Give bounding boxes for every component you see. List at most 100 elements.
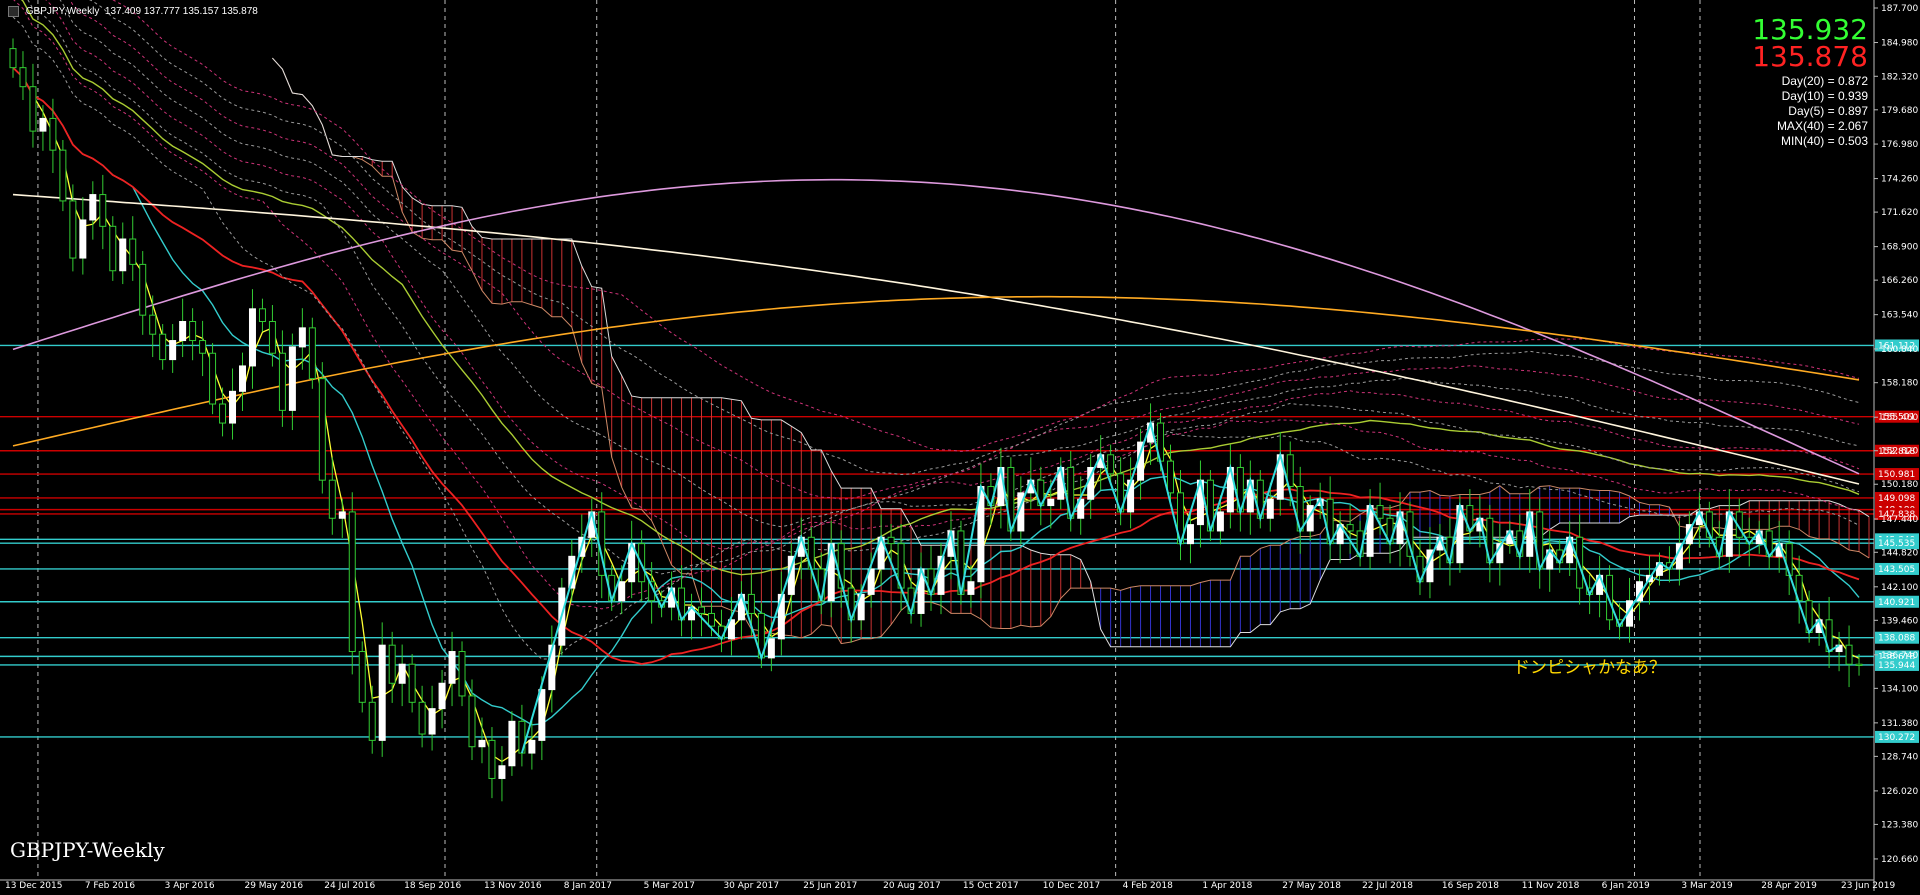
x-tick-label: 1 Apr 2018	[1202, 881, 1252, 891]
candle-body	[438, 682, 446, 710]
ma-ribbon	[13, 0, 1860, 610]
x-tick-label: 13 Dec 2015	[5, 881, 63, 891]
y-tick-label: 168.900	[1881, 243, 1918, 253]
candle-body	[538, 689, 546, 741]
x-tick-label: 20 Aug 2017	[883, 881, 941, 891]
candle-body	[179, 321, 187, 342]
x-tick-label: 4 Feb 2018	[1123, 881, 1174, 891]
candle-body	[229, 390, 237, 424]
y-tick-label: 163.540	[1881, 311, 1918, 321]
chart-window-icon	[8, 6, 19, 17]
chart-info-bar: GBPJPY,Weekly 137.409 137.777 135.157 13…	[8, 6, 258, 17]
stat-max40: MAX(40) = 2.067	[1776, 119, 1868, 133]
x-tick-label: 24 Jul 2016	[324, 881, 375, 891]
candle-body	[1346, 524, 1354, 532]
x-tick-label: 5 Mar 2017	[644, 881, 695, 891]
candle-body	[189, 321, 197, 342]
candle-body	[498, 765, 506, 779]
level-price-label: 140.921	[1878, 598, 1915, 608]
x-tick-label: 3 Apr 2016	[165, 881, 215, 891]
candle-body	[258, 308, 266, 323]
candle-body	[139, 263, 147, 316]
level-price-label: 149.098	[1878, 494, 1915, 504]
y-tick-label: 150.180	[1881, 480, 1918, 490]
candle-body	[268, 321, 276, 354]
candle-body	[19, 67, 27, 88]
candle-body	[338, 511, 346, 519]
y-tick-label: 158.180	[1881, 379, 1918, 389]
y-tick-label: 144.820	[1881, 548, 1918, 558]
candle-body	[69, 200, 77, 259]
candle-body	[358, 651, 366, 703]
candle-body	[1845, 644, 1853, 665]
stat-day10: Day(10) = 0.939	[1781, 89, 1868, 103]
x-tick-label: 16 Sep 2018	[1442, 881, 1499, 891]
ma-ribbon	[45, 0, 1860, 550]
stat-day20: Day(20) = 0.872	[1781, 74, 1868, 88]
chart-canvas[interactable]: 161.112155.501152.818150.981149.098148.1…	[0, 0, 1920, 891]
candle-body	[1186, 524, 1194, 545]
y-tick-label: 126.020	[1881, 787, 1918, 797]
x-tick-label: 28 Apr 2019	[1761, 881, 1817, 891]
ohlc-values: 137.409 137.777 135.157 135.878	[104, 6, 258, 18]
y-tick-label: 134.100	[1881, 684, 1918, 694]
x-tick-label: 15 Oct 2017	[963, 881, 1019, 891]
ask-price: 135.878	[1752, 40, 1868, 73]
candle-body	[169, 340, 177, 361]
candle-body	[698, 606, 706, 614]
candle-body	[418, 701, 426, 735]
y-tick-label: 142.100	[1881, 583, 1918, 593]
candle-body	[767, 638, 775, 659]
candle-body	[298, 327, 306, 348]
y-tick-label: 123.380	[1881, 820, 1918, 830]
ma-long-pink	[12, 178, 1860, 475]
candle-body	[79, 219, 87, 259]
x-tick-label: 29 May 2016	[244, 881, 303, 891]
candle-body	[109, 225, 117, 272]
candle-body	[278, 352, 286, 411]
chart-watermark: GBPJPY-Weekly	[10, 838, 165, 862]
ma-ribbon	[59, 0, 1860, 528]
candle-body	[199, 340, 207, 354]
y-tick-label: 176.980	[1881, 140, 1918, 150]
x-tick-label: 8 Jan 2017	[564, 881, 612, 891]
y-tick-label: 179.680	[1881, 106, 1918, 116]
candle-body	[478, 739, 486, 748]
candle-body	[239, 365, 246, 392]
x-tick-label: 27 May 2018	[1282, 881, 1341, 891]
candle-body	[1855, 663, 1863, 666]
x-tick-label: 18 Sep 2016	[404, 881, 461, 891]
candle-body	[707, 612, 715, 627]
candle-body	[89, 194, 97, 221]
level-price-label: 143.505	[1878, 565, 1915, 575]
y-tick-label: 147.440	[1881, 515, 1918, 525]
candle-body	[159, 333, 167, 361]
x-tick-label: 13 Nov 2016	[484, 881, 542, 891]
x-tick-label: 7 Feb 2016	[85, 881, 136, 891]
candle-body	[59, 149, 67, 202]
stat-min40: MIN(40) = 0.503	[1780, 134, 1868, 148]
candle-body	[747, 593, 755, 614]
range-stats: Day(20) = 0.872 Day(10) = 0.939 Day(5) =…	[1752, 74, 1868, 149]
candle-body	[219, 403, 227, 424]
price-chart[interactable]: 161.112155.501152.818150.981149.098148.1…	[0, 0, 1920, 891]
bid-price: 135.932	[1752, 13, 1868, 46]
y-tick-label: 128.740	[1881, 752, 1918, 762]
y-tick-label: 166.260	[1881, 276, 1918, 286]
y-tick-label: 139.460	[1881, 616, 1918, 626]
x-tick-label: 30 Apr 2017	[723, 881, 779, 891]
candle-body	[1107, 454, 1115, 475]
candle-body	[488, 739, 496, 779]
y-tick-label: 187.700	[1881, 4, 1918, 14]
x-tick-label: 6 Jan 2019	[1602, 881, 1650, 891]
candle-body	[398, 663, 406, 684]
price-panel: 135.932 135.878 Day(20) = 0.872 Day(10) …	[1752, 16, 1868, 149]
x-tick-label: 22 Jul 2018	[1362, 881, 1413, 891]
candle-body	[1216, 511, 1224, 532]
y-tick-label: 171.620	[1881, 208, 1918, 218]
candle-body	[1266, 498, 1274, 519]
level-price-label: 150.981	[1878, 470, 1915, 480]
chart-annotation: ドンピシャかなあ？	[1513, 658, 1666, 678]
candle-body	[1376, 505, 1384, 519]
candle-body	[508, 720, 516, 767]
